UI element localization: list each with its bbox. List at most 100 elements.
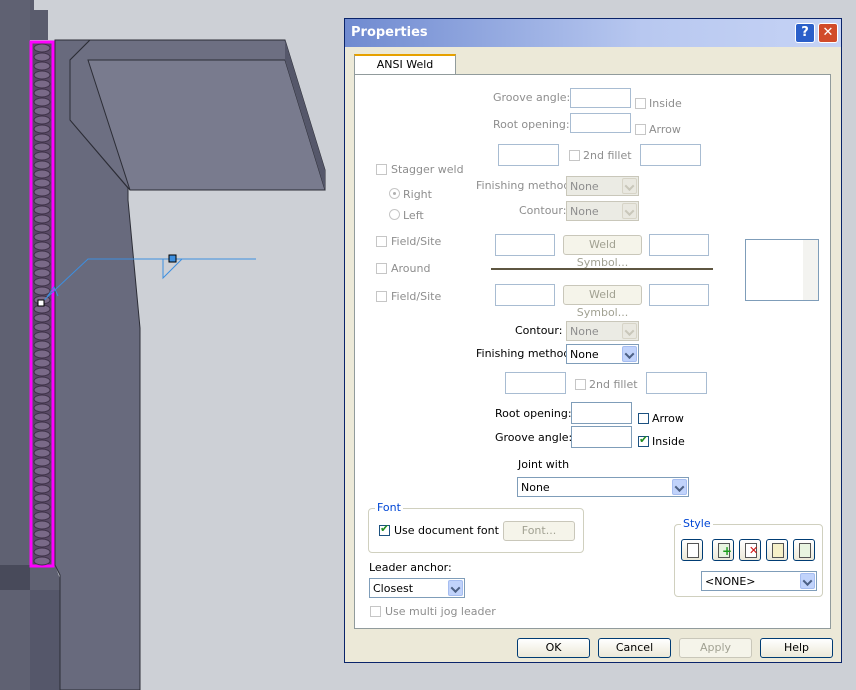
multi-jog-checkbox[interactable] bbox=[370, 606, 381, 617]
weld-ripple bbox=[33, 511, 51, 521]
arrow-label-bottom: Arrow bbox=[652, 412, 684, 425]
finishing-method-select-bottom[interactable]: None bbox=[566, 344, 639, 364]
contour-select-top[interactable]: None bbox=[566, 201, 639, 221]
groove-angle-input-top[interactable] bbox=[570, 88, 631, 108]
close-icon[interactable]: ✕ bbox=[818, 23, 838, 43]
apply-style-icon[interactable] bbox=[681, 539, 703, 561]
weld-ripple bbox=[33, 556, 51, 566]
inside-checkbox-top[interactable] bbox=[635, 98, 646, 109]
fillet-size-input-top[interactable] bbox=[498, 144, 559, 166]
multi-jog-label: Use multi jog leader bbox=[385, 605, 496, 618]
weld-size-input-bottom[interactable] bbox=[495, 284, 555, 306]
apply-button[interactable]: Apply bbox=[679, 638, 752, 658]
style-group-title: Style bbox=[681, 517, 713, 530]
field-site-label-top: Field/Site bbox=[391, 235, 442, 248]
second-fillet-checkbox-top[interactable] bbox=[569, 150, 580, 161]
weld-ripple bbox=[33, 160, 51, 170]
weld-ripple bbox=[33, 349, 51, 359]
weld-ripple bbox=[33, 547, 51, 557]
use-document-font-checkbox[interactable]: ✔ bbox=[379, 523, 390, 536]
weld-ripple bbox=[33, 88, 51, 98]
groove-angle-label-top: Groove angle: bbox=[493, 91, 571, 104]
finishing-method-select-top[interactable]: None bbox=[566, 176, 639, 196]
weld-symbol-button-top[interactable]: Weld Symbol... bbox=[563, 235, 642, 269]
weld-size-input-top[interactable] bbox=[495, 234, 555, 256]
weld-ripple bbox=[33, 250, 51, 260]
title-bar[interactable]: Properties ? ✕ bbox=[345, 19, 841, 47]
inside-label-bottom: Inside bbox=[652, 435, 685, 448]
properties-dialog: Properties ? ✕ ANSI Weld Symbol Groove a… bbox=[344, 18, 842, 663]
weld-symbol-panel: Groove angle: Inside Root opening: Arrow… bbox=[354, 74, 831, 629]
fillet-size-input-bottom[interactable] bbox=[505, 372, 566, 394]
root-opening-input-top[interactable] bbox=[570, 113, 631, 133]
weld-ripple bbox=[33, 178, 51, 188]
symbol-preview-box[interactable] bbox=[745, 239, 819, 301]
second-fillet-input-top[interactable] bbox=[640, 144, 701, 166]
joint-with-label: Joint with bbox=[518, 458, 570, 471]
contour-label-top: Contour: bbox=[519, 204, 567, 217]
weld-ripple bbox=[33, 376, 51, 386]
help-button[interactable]: Help bbox=[760, 638, 833, 658]
ok-button[interactable]: OK bbox=[517, 638, 590, 658]
groove-angle-input-bottom[interactable] bbox=[571, 426, 632, 448]
leader-anchor-select[interactable]: Closest bbox=[369, 578, 465, 598]
weld-ripple bbox=[33, 358, 51, 368]
weld-ripple bbox=[33, 124, 51, 134]
weld-ripple bbox=[33, 520, 51, 530]
weld-ripple bbox=[33, 187, 51, 197]
root-opening-input-bottom[interactable] bbox=[571, 402, 632, 424]
right-radio[interactable] bbox=[389, 188, 400, 199]
weld-ripple bbox=[33, 484, 51, 494]
contour-select-bottom[interactable]: None bbox=[566, 321, 639, 341]
weld-ripple bbox=[33, 502, 51, 512]
weld-ripple bbox=[33, 313, 51, 323]
help-icon[interactable]: ? bbox=[795, 23, 815, 43]
stagger-weld-label: Stagger weld bbox=[391, 163, 464, 176]
leader-anchor-handle[interactable] bbox=[37, 299, 45, 307]
around-label: Around bbox=[391, 262, 431, 275]
arrow-checkbox-top[interactable] bbox=[635, 124, 646, 135]
dialog-title: Properties bbox=[351, 25, 428, 40]
weld-ripple bbox=[33, 286, 51, 296]
weld-ripple bbox=[33, 205, 51, 215]
weld-ripple bbox=[33, 232, 51, 242]
inside-checkbox-bottom[interactable]: ✔ bbox=[638, 434, 649, 447]
weld-ripple bbox=[33, 214, 51, 224]
right-label: Right bbox=[403, 188, 432, 201]
preview-scrollbar[interactable] bbox=[803, 240, 818, 300]
weld-symbol-button-bottom[interactable]: Weld Symbol... bbox=[563, 285, 642, 319]
weld-ripple bbox=[33, 142, 51, 152]
field-site-checkbox-bottom[interactable] bbox=[376, 291, 387, 302]
left-radio[interactable] bbox=[389, 209, 400, 220]
style-toolbar: + ✕ bbox=[681, 539, 821, 563]
weld-ripple bbox=[33, 277, 51, 287]
model-viewport[interactable] bbox=[0, 0, 344, 690]
weld-length-input-bottom[interactable] bbox=[649, 284, 709, 306]
second-fillet-checkbox-bottom[interactable] bbox=[575, 379, 586, 390]
arrow-checkbox-bottom[interactable] bbox=[638, 413, 649, 424]
weld-ripple bbox=[33, 394, 51, 404]
weld-ripple bbox=[33, 340, 51, 350]
font-button[interactable]: Font... bbox=[503, 521, 575, 541]
style-select[interactable]: <NONE> bbox=[701, 571, 817, 591]
weld-length-input-top[interactable] bbox=[649, 234, 709, 256]
delete-style-icon[interactable]: ✕ bbox=[739, 539, 761, 561]
add-style-icon[interactable]: + bbox=[712, 539, 734, 561]
save-style-icon[interactable] bbox=[766, 539, 788, 561]
finishing-method-label-top: Finishing method: bbox=[476, 179, 575, 192]
root-opening-label-bottom: Root opening: bbox=[495, 407, 572, 420]
leader-handle[interactable] bbox=[168, 254, 177, 263]
joint-with-select[interactable]: None bbox=[517, 477, 689, 497]
weld-ripple bbox=[33, 61, 51, 71]
field-site-checkbox-top[interactable] bbox=[376, 236, 387, 247]
weld-ripple bbox=[33, 115, 51, 125]
weld-ripple bbox=[33, 538, 51, 548]
load-style-icon[interactable] bbox=[793, 539, 815, 561]
cancel-button[interactable]: Cancel bbox=[598, 638, 671, 658]
stagger-weld-checkbox[interactable] bbox=[376, 164, 387, 175]
second-fillet-input-bottom[interactable] bbox=[646, 372, 707, 394]
use-document-font-label: Use document font bbox=[394, 524, 499, 537]
around-checkbox[interactable] bbox=[376, 263, 387, 274]
second-fillet-label-bottom: 2nd fillet bbox=[589, 378, 638, 391]
tab-ansi-weld-symbol[interactable]: ANSI Weld Symbol bbox=[354, 54, 456, 88]
